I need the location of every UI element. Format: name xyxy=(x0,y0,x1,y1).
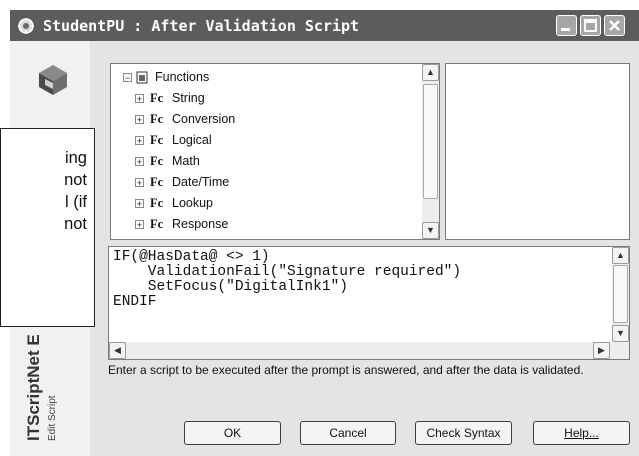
callout-line-1: ing xyxy=(64,149,87,167)
function-category-icon: Fc xyxy=(150,217,164,231)
function-category-icon: Fc xyxy=(150,175,164,189)
expand-icon[interactable]: + xyxy=(135,178,144,188)
function-detail-panel xyxy=(445,63,630,240)
editor-scroll-down[interactable]: ▼ xyxy=(612,325,629,342)
tree-scrollbar[interactable]: ▲ ▼ xyxy=(422,64,439,239)
script-text[interactable]: IF(@HasData@ <> 1) ValidationFail("Signa… xyxy=(113,250,461,310)
folder-icon xyxy=(136,71,148,84)
tree-item-label: Date/Time xyxy=(172,175,230,189)
product-name: ITScriptNet E xyxy=(24,334,44,441)
callout-line-3: l (if xyxy=(65,193,87,211)
tree-item-label: Notification xyxy=(172,238,234,239)
cancel-button[interactable]: Cancel xyxy=(300,421,396,445)
check-syntax-button[interactable]: Check Syntax xyxy=(415,421,512,445)
app-gear-icon[interactable] xyxy=(17,17,35,35)
expand-icon[interactable]: + xyxy=(135,115,144,125)
collapse-icon[interactable]: − xyxy=(123,73,132,83)
editor-scroll-left[interactable]: ◀ xyxy=(109,342,126,359)
minimize-button[interactable] xyxy=(556,15,577,36)
function-category-icon: Fc xyxy=(150,238,163,239)
script-editor[interactable]: IF(@HasData@ <> 1) ValidationFail("Signa… xyxy=(108,246,630,360)
function-category-icon: Fc xyxy=(150,112,164,126)
maximize-button[interactable] xyxy=(580,15,601,36)
function-category-icon: Fc xyxy=(150,154,164,168)
tree-item-label: Conversion xyxy=(172,112,236,126)
title-bar[interactable]: StudentPU : After Validation Script xyxy=(10,10,639,42)
editor-scroll-thumb[interactable] xyxy=(613,265,628,323)
function-tree[interactable]: − Functions + Fc String + Fc Conversion + Fc Log… xyxy=(110,63,440,240)
callout-line-2: not xyxy=(64,171,87,189)
scroll-up-button[interactable]: ▲ xyxy=(422,64,439,81)
help-button[interactable]: Help... xyxy=(533,421,630,445)
function-category-icon: Fc xyxy=(150,196,164,210)
sidebar-caption: Edit Script xyxy=(47,395,58,441)
help-button-label: Help... xyxy=(564,426,599,440)
tree-item-label: Logical xyxy=(172,133,212,147)
tree-item-label: Math xyxy=(172,154,200,168)
scroll-thumb[interactable] xyxy=(423,84,438,199)
minimize-icon xyxy=(561,28,570,31)
product-label: ITScriptNet E xyxy=(24,334,43,441)
expand-icon[interactable]: + xyxy=(135,136,144,146)
tree-item-label: Response xyxy=(172,217,229,231)
editor-scroll-up[interactable]: ▲ xyxy=(612,247,629,264)
expand-icon[interactable]: + xyxy=(135,220,144,230)
annotation-callout: ing not l (if not xyxy=(0,128,95,327)
editor-hscrollbar[interactable]: ◀ ▶ xyxy=(109,342,629,359)
editor-scroll-right[interactable]: ▶ xyxy=(593,342,610,359)
content-area: − Functions + Fc String + Fc Conversion + Fc Log… xyxy=(90,41,639,456)
script-window: StudentPU : After Validation Script ITSc… xyxy=(10,10,639,456)
close-button[interactable] xyxy=(604,15,625,36)
expand-icon[interactable]: + xyxy=(135,157,144,167)
function-category-icon: Fc xyxy=(150,133,164,147)
tree-root-label: Functions xyxy=(155,70,210,84)
tree-item-label: String xyxy=(172,91,205,105)
help-text: Enter a script to be executed after the … xyxy=(108,363,584,377)
expand-icon[interactable]: + xyxy=(135,199,144,209)
tree-item-label: Lookup xyxy=(172,196,214,210)
callout-line-4: not xyxy=(64,215,87,233)
editor-vscrollbar[interactable]: ▲ ▼ xyxy=(612,247,629,342)
arrow-cube-logo xyxy=(39,65,67,95)
ok-button[interactable]: OK xyxy=(184,421,281,445)
function-category-icon: Fc xyxy=(150,91,164,105)
expand-icon[interactable]: + xyxy=(135,94,144,104)
window-title: StudentPU : After Validation Script xyxy=(43,17,360,35)
maximize-icon xyxy=(584,19,597,32)
close-icon xyxy=(609,20,620,31)
scroll-down-button[interactable]: ▼ xyxy=(422,222,439,239)
